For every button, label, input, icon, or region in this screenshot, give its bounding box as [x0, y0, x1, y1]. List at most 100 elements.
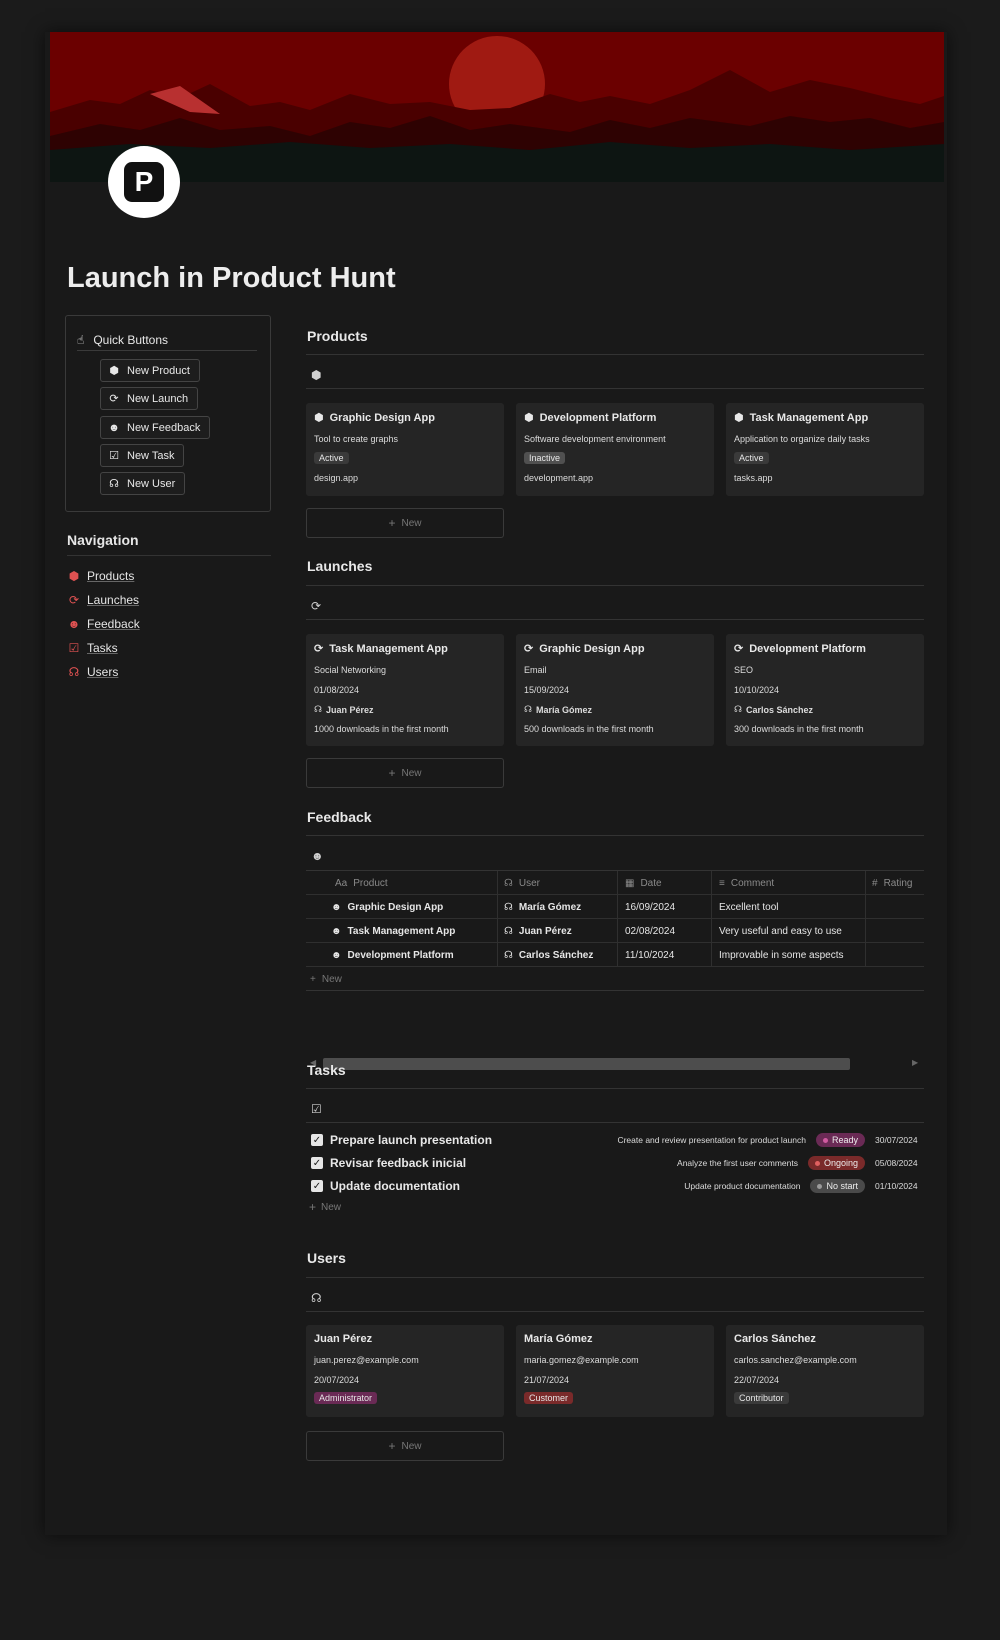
user-email[interactable]: juan.perez@example.com: [314, 1355, 419, 1365]
launch-user[interactable]: ☊ Juan Pérez: [314, 704, 374, 715]
new-product-card-button[interactable]: + New: [306, 508, 504, 538]
date-cell[interactable]: 11/10/2024: [625, 943, 711, 967]
new-feedback-button[interactable]: ☻ New Feedback: [100, 416, 211, 439]
user-card[interactable]: María Gómez maria.gomez@example.com 21/0…: [516, 1325, 714, 1417]
launch-date: 15/09/2024: [524, 685, 570, 695]
list-item[interactable]: ✓ Update documentation Update product do…: [311, 1176, 923, 1196]
divider: [306, 354, 924, 355]
headset-icon: ☊: [109, 478, 119, 490]
table-add-row[interactable]: + New: [306, 967, 924, 991]
launch-goal: 300 downloads in the first month: [734, 724, 864, 734]
task-date: 30/07/2024: [875, 1135, 918, 1145]
checkbox-icon: ☑: [109, 450, 119, 462]
task-description: Update product documentation: [684, 1181, 801, 1191]
rating-cell[interactable]: [872, 919, 924, 943]
user-date: 21/07/2024: [524, 1375, 570, 1385]
comment-cell[interactable]: Improvable in some aspects: [719, 943, 869, 967]
new-feedback-row-button[interactable]: + New: [310, 967, 390, 991]
task-description: Create and review presentation for produ…: [617, 1135, 806, 1145]
column-header-product[interactable]: Aa Product: [335, 871, 485, 895]
launch-icon[interactable]: ⟳: [311, 599, 321, 613]
product-url[interactable]: development.app: [524, 473, 593, 483]
checkbox-icon[interactable]: ☑: [311, 1102, 322, 1116]
cube-icon[interactable]: ⬢: [311, 368, 321, 382]
new-task-row-button[interactable]: + New: [309, 1200, 341, 1214]
launch-card[interactable]: ⟳ Development Platform SEO 10/10/2024 ☊ Ca…: [726, 634, 924, 746]
checkbox-icon[interactable]: ✓: [311, 1157, 323, 1169]
headset-icon: ☊: [504, 877, 513, 889]
comment-cell[interactable]: Excellent tool: [719, 895, 869, 919]
rating-cell[interactable]: [872, 943, 924, 967]
feedback-title: Feedback: [307, 809, 372, 825]
product-url[interactable]: design.app: [314, 473, 358, 483]
date-cell[interactable]: 02/08/2024: [625, 919, 711, 943]
new-product-button[interactable]: ⬢ New Product: [100, 359, 200, 382]
user-email[interactable]: carlos.sanchez@example.com: [734, 1355, 857, 1365]
new-user-button[interactable]: ☊ New User: [100, 472, 186, 495]
cube-icon: ⬢: [68, 569, 80, 583]
launch-card[interactable]: ⟳ Task Management App Social Networking 0…: [306, 634, 504, 746]
new-launch-button[interactable]: ⟳ New Launch: [100, 387, 199, 410]
launch-icon: ⟳: [68, 593, 80, 607]
text-type-icon: Aa: [335, 877, 348, 889]
scroll-right-icon[interactable]: ▶: [912, 1058, 918, 1067]
headset-icon[interactable]: ☊: [311, 1291, 322, 1305]
nav-item-feedback[interactable]: ☻ Feedback: [67, 617, 140, 631]
user-cell[interactable]: ☊ Juan Pérez: [504, 919, 614, 943]
comment-cell[interactable]: Very useful and easy to use: [719, 919, 869, 943]
column-header-rating[interactable]: # Rating: [872, 871, 924, 895]
page: P Launch in Product Hunt ☝ Quick Buttons…: [45, 32, 947, 1535]
user-card[interactable]: Juan Pérez juan.perez@example.com 20/07/…: [306, 1325, 504, 1417]
hash-icon: #: [872, 877, 878, 889]
new-user-card-button[interactable]: + New: [306, 1431, 504, 1461]
product-url[interactable]: tasks.app: [734, 473, 773, 483]
user-cell[interactable]: ☊ María Gómez: [504, 895, 614, 919]
product-card[interactable]: ⬢ Development Platform Software developme…: [516, 403, 714, 496]
nav-item-tasks[interactable]: ☑ Tasks: [67, 641, 118, 655]
column-header-user[interactable]: ☊ User: [504, 871, 614, 895]
launch-user[interactable]: ☊ María Gómez: [524, 704, 592, 715]
column-header-comment[interactable]: ≡ Comment: [719, 871, 859, 895]
nav-item-users[interactable]: ☊ Users: [67, 665, 119, 679]
product-card[interactable]: ⬢ Task Management App Application to orga…: [726, 403, 924, 496]
list-item[interactable]: ✓ Prepare launch presentation Create and…: [311, 1130, 923, 1150]
new-task-button[interactable]: ☑ New Task: [100, 444, 185, 467]
users-title: Users: [307, 1250, 346, 1266]
new-launch-card-button[interactable]: + New: [306, 758, 504, 788]
user-card[interactable]: Carlos Sánchez carlos.sanchez@example.co…: [726, 1325, 924, 1417]
table-row[interactable]: ☻ Development Platform ☊ Carlos Sánchez 11…: [306, 943, 924, 967]
launch-user[interactable]: ☊ Carlos Sánchez: [734, 704, 813, 715]
cube-icon: ⬢: [734, 412, 744, 424]
horizontal-scrollbar[interactable]: ◀ ▶: [306, 1058, 924, 1070]
plus-icon: +: [310, 973, 316, 985]
column-divider: [617, 871, 618, 967]
user-email[interactable]: maria.gomez@example.com: [524, 1355, 639, 1365]
launch-card[interactable]: ⟳ Graphic Design App Email 15/09/2024 ☊ Ma…: [516, 634, 714, 746]
launch-goal: 500 downloads in the first month: [524, 724, 654, 734]
rating-cell[interactable]: [872, 895, 924, 919]
user-cell[interactable]: ☊ Carlos Sánchez: [504, 943, 614, 967]
table-row[interactable]: ☻ Graphic Design App ☊ María Gómez 16/09/2…: [306, 895, 924, 919]
launch-goal: 1000 downloads in the first month: [314, 724, 449, 734]
divider: [306, 585, 924, 586]
nav-item-launches[interactable]: ⟳ Launches: [67, 593, 139, 607]
headset-icon: ☊: [504, 925, 513, 937]
nav-item-products[interactable]: ⬢ Products: [67, 569, 135, 583]
page-title: Launch in Product Hunt: [67, 262, 396, 294]
smiley-icon: ☻: [331, 949, 342, 961]
table-row[interactable]: ☻ Task Management App ☊ Juan Pérez 02/08/2…: [306, 919, 924, 943]
plus-icon: +: [309, 1200, 317, 1214]
list-item[interactable]: ✓ Revisar feedback inicial Analyze the f…: [311, 1153, 923, 1173]
checkbox-icon[interactable]: ✓: [311, 1180, 323, 1192]
date-cell[interactable]: 16/09/2024: [625, 895, 711, 919]
quick-buttons-panel: ☝ Quick Buttons ⬢ New Product ⟳ New Laun…: [65, 315, 271, 512]
role-badge: Contributor: [734, 1392, 789, 1404]
scrollbar-thumb[interactable]: [323, 1058, 850, 1070]
smiley-icon[interactable]: ☻: [311, 849, 324, 863]
user-date: 22/07/2024: [734, 1375, 780, 1385]
headset-icon: ☊: [504, 901, 513, 913]
product-card[interactable]: ⬢ Graphic Design App Tool to create graph…: [306, 403, 504, 496]
checkbox-icon[interactable]: ✓: [311, 1134, 323, 1146]
lines-icon: ≡: [719, 877, 725, 889]
column-header-date[interactable]: ▦ Date: [625, 871, 705, 895]
